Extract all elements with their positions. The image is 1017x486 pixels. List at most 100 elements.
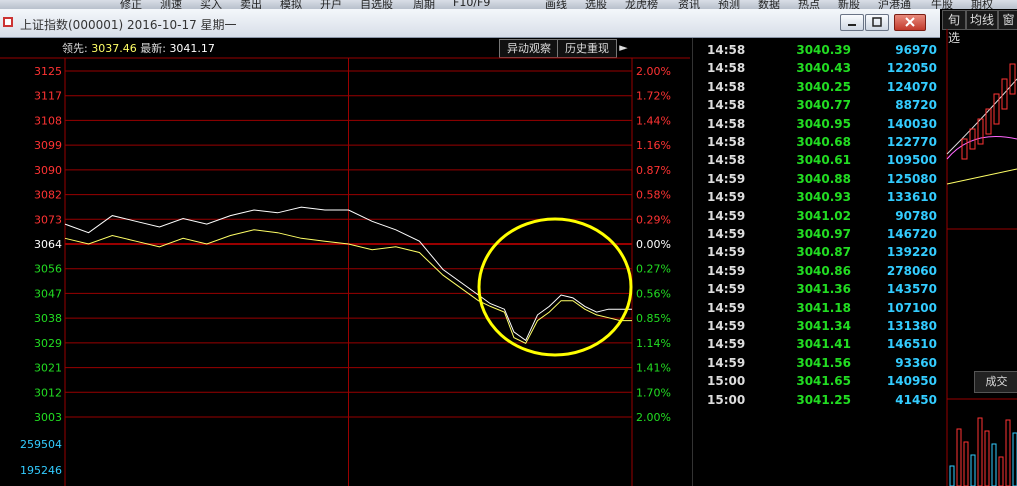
trade-volume: 93360 xyxy=(895,355,937,370)
kline-volume-bar xyxy=(991,443,997,486)
price-tick-label: 3064 xyxy=(34,238,62,251)
price-tick-label: 3012 xyxy=(34,386,62,399)
trade-volume: 143570 xyxy=(886,282,937,297)
kline-volume-bar xyxy=(1012,432,1017,486)
trade-time: 14:59 xyxy=(707,263,746,278)
trade-row: 14:58 3040.43 122050 xyxy=(697,59,940,77)
menu-item[interactable]: 热点 xyxy=(798,0,820,9)
menu-item[interactable]: 自选股 xyxy=(360,0,393,9)
menu-item[interactable]: 牛股 xyxy=(931,0,953,9)
menu-item[interactable]: 沪港通 xyxy=(878,0,911,9)
trade-time: 14:59 xyxy=(707,319,746,333)
trade-row: 14:59 3041.36 143570 xyxy=(697,280,940,298)
trade-price: 3040.68 xyxy=(796,135,851,149)
pct-tick-label: 0.27% xyxy=(636,263,671,276)
pct-tick-label: 0.87% xyxy=(636,164,671,177)
minimize-button[interactable] xyxy=(840,14,864,31)
kline-volume-bar xyxy=(956,428,962,486)
trade-row: 14:59 3040.86 278060 xyxy=(697,262,940,280)
trade-time: 14:58 xyxy=(707,135,746,149)
pct-tick-label: 1.16% xyxy=(636,139,671,152)
trade-row: 14:59 3041.18 107100 xyxy=(697,299,940,317)
trade-time: 15:00 xyxy=(707,374,746,389)
menu-item[interactable]: 新股 xyxy=(838,0,860,9)
price-tick-label: 3073 xyxy=(34,213,62,226)
title-bar: 上证指数(000001) 2016-10-17 星期一 xyxy=(0,9,940,38)
trade-price: 3040.95 xyxy=(796,116,851,131)
trade-price: 3041.25 xyxy=(796,392,851,407)
volume-tick-label: 195246 xyxy=(20,464,62,477)
trade-time: 14:58 xyxy=(707,79,746,94)
menu-item[interactable]: 期权 xyxy=(971,0,993,9)
trade-volume: 139220 xyxy=(886,245,937,260)
kline-volume-bar xyxy=(984,430,990,486)
trade-time: 14:58 xyxy=(707,153,746,168)
trade-volume: 133610 xyxy=(886,190,937,205)
menu-item[interactable]: 模拟 xyxy=(280,0,302,9)
trade-time: 14:59 xyxy=(707,337,746,352)
trade-row: 14:59 3041.02 90780 xyxy=(697,207,940,225)
price-tick-label: 3003 xyxy=(34,411,62,424)
close-button[interactable] xyxy=(894,14,926,31)
trade-volume: 122770 xyxy=(886,135,937,149)
kline-volume-bar xyxy=(977,417,983,486)
top-menu-strip: 修正 测速 买入 卖出 模拟 开户 自选股 周期 F10/F9 画线 选股 龙虎榜 资讯 预测 数据 热点 新股… xyxy=(0,0,1017,9)
trade-price: 3041.34 xyxy=(796,319,851,333)
trade-row: 14:58 3040.39 96970 xyxy=(697,41,940,59)
price-tick-label: 3082 xyxy=(34,189,62,202)
menu-item[interactable]: 测速 xyxy=(160,0,182,9)
menu-item[interactable]: 资讯 xyxy=(678,0,700,9)
trade-price: 3040.88 xyxy=(796,171,851,186)
trade-time: 14:58 xyxy=(707,98,746,113)
right-kline-panel: 旬选 均线 窗 成交 xyxy=(942,9,1017,486)
menu-item[interactable]: 开户 xyxy=(320,0,342,9)
trade-price: 3041.56 xyxy=(796,355,851,370)
menu-item[interactable]: 卖出 xyxy=(240,0,262,9)
trade-row: 14:59 3041.34 131380 xyxy=(697,317,940,335)
trade-time: 14:59 xyxy=(707,355,746,370)
menu-item[interactable]: 龙虎榜 xyxy=(625,0,658,9)
price-tick-label: 3029 xyxy=(34,337,62,350)
trade-price: 3040.43 xyxy=(796,61,851,76)
ma-line xyxy=(946,168,1017,185)
pct-tick-label: 0.29% xyxy=(636,213,671,226)
trade-price: 3041.18 xyxy=(796,300,851,315)
trade-row: 14:58 3040.95 140030 xyxy=(697,115,940,133)
kline-volume-bar xyxy=(963,441,969,486)
menu-item[interactable]: 选股 xyxy=(585,0,607,9)
pct-tick-label: 0.58% xyxy=(636,189,671,202)
price-tick-label: 3047 xyxy=(34,287,62,300)
trade-time: 14:59 xyxy=(707,190,746,205)
menu-item[interactable]: 预测 xyxy=(718,0,740,9)
trade-row: 14:59 3040.87 139220 xyxy=(697,243,940,261)
pct-tick-label: 0.00% xyxy=(636,238,671,251)
trade-volume: 90780 xyxy=(895,208,937,223)
kline-volume-bars xyxy=(949,417,1017,486)
pct-tick-label: 0.85% xyxy=(636,312,671,325)
trade-volume: 122050 xyxy=(886,61,937,76)
trade-row: 14:58 3040.68 122770 xyxy=(697,133,940,151)
restore-button[interactable] xyxy=(865,14,889,31)
trade-time: 15:00 xyxy=(707,392,746,407)
menu-item[interactable]: 周期 xyxy=(413,0,435,9)
pct-tick-label: 0.56% xyxy=(636,287,671,300)
menu-item[interactable]: F10/F9 xyxy=(453,0,490,9)
pct-tick-label: 1.14% xyxy=(636,337,671,350)
price-tick-label: 3125 xyxy=(34,65,62,78)
menu-item[interactable]: 画线 xyxy=(545,0,567,9)
trade-price: 3040.25 xyxy=(796,79,851,94)
close-icon xyxy=(905,17,915,27)
trade-volume: 146720 xyxy=(886,227,937,241)
trade-time: 14:59 xyxy=(707,282,746,297)
trade-row: 14:59 3041.56 93360 xyxy=(697,354,940,372)
trade-price: 3040.39 xyxy=(796,43,851,57)
menu-item[interactable]: 买入 xyxy=(200,0,222,9)
price-tick-label: 3090 xyxy=(34,164,62,177)
price-tick-label: 3056 xyxy=(34,263,62,276)
kline-volume-bar xyxy=(998,456,1004,486)
trade-row: 15:00 3041.65 140950 xyxy=(697,372,940,390)
menu-item[interactable]: 修正 xyxy=(120,0,142,9)
trade-volume: 88720 xyxy=(895,98,937,113)
menu-item[interactable]: 数据 xyxy=(758,0,780,9)
restore-icon xyxy=(872,17,882,27)
